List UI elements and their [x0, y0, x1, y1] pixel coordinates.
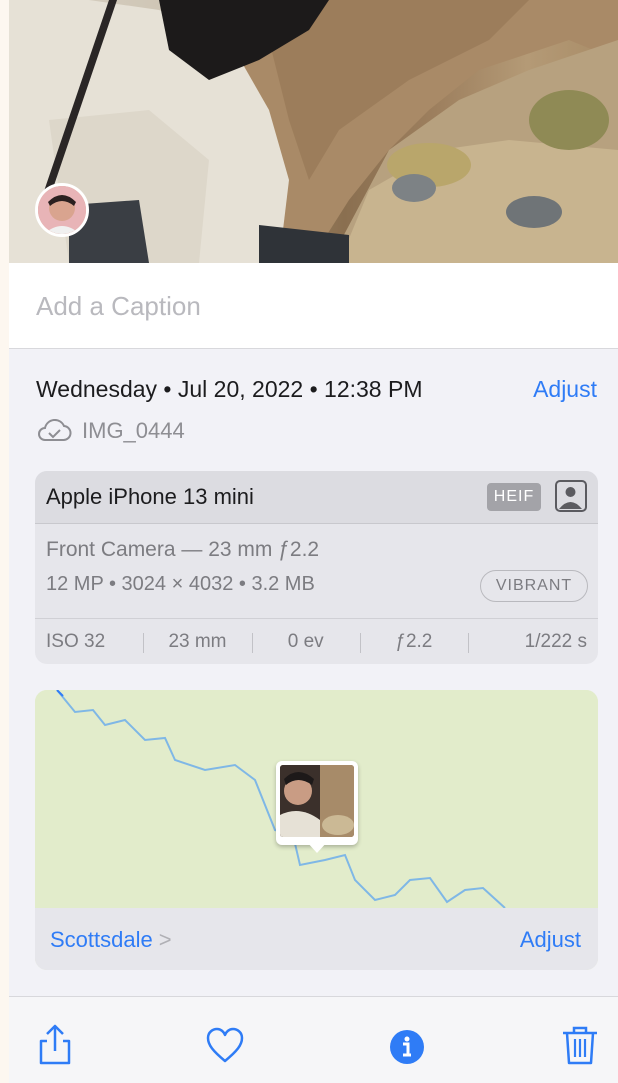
exif-exposure-value: 0 ev — [251, 631, 360, 653]
map-photo-thumbnail — [280, 765, 354, 837]
person-face-image — [38, 186, 86, 234]
delete-button[interactable] — [560, 1023, 600, 1067]
map-photo-pin[interactable] — [276, 761, 358, 853]
file-name: IMG_0444 — [82, 418, 185, 443]
info-button[interactable] — [387, 1023, 427, 1067]
share-button[interactable] — [35, 1023, 75, 1067]
exif-aperture: ƒ2.2 — [359, 631, 468, 653]
camera-header: Apple iPhone 13 mini HEIF — [35, 471, 598, 524]
location-name-link[interactable]: Scottsdale > — [50, 927, 172, 953]
caption-field[interactable]: Add a Caption — [9, 263, 618, 349]
adjust-date-button[interactable]: Adjust — [533, 376, 597, 403]
exif-iso: ISO 32 — [46, 630, 106, 652]
info-icon — [390, 1030, 424, 1064]
exif-row: ISO 32 23 mm 0 ev ƒ2.2 1/222 s — [35, 618, 598, 664]
photo-info-screen: Add a Caption Wednesday • Jul 20, 2022 •… — [9, 0, 618, 1083]
photo-date: Wednesday • Jul 20, 2022 • 12:38 PM — [36, 376, 423, 402]
lens-info: Front Camera — 23 mm ƒ2.2 — [46, 538, 320, 561]
person-avatar[interactable] — [35, 183, 89, 237]
caption-placeholder: Add a Caption — [36, 291, 201, 321]
image-specs: 12 MP • 3024 × 4032 • 3.2 MB — [46, 573, 315, 595]
exif-focal-length: 23 mm — [143, 631, 251, 653]
location-map[interactable] — [35, 690, 598, 909]
photographic-style-badge: VIBRANT — [480, 570, 588, 602]
photo-image — [9, 0, 618, 263]
photo-preview[interactable] — [9, 0, 618, 263]
exif-shutter-speed: 1/222 s — [467, 631, 598, 653]
location-card: Scottsdale > Adjust — [35, 690, 598, 970]
adjust-location-button[interactable]: Adjust — [520, 927, 581, 953]
camera-info-card: Apple iPhone 13 mini HEIF Front Camera —… — [35, 471, 598, 664]
heart-icon — [206, 1027, 244, 1063]
favorite-button[interactable] — [205, 1023, 245, 1067]
file-row: IMG_0444 — [36, 418, 185, 444]
map-pin-pointer — [306, 841, 328, 853]
icloud-check-icon — [38, 419, 72, 441]
camera-model: Apple iPhone 13 mini — [46, 484, 254, 509]
portrait-mode-icon — [555, 480, 587, 512]
format-badge: HEIF — [487, 483, 541, 511]
share-icon — [39, 1024, 71, 1065]
trash-icon — [563, 1026, 597, 1065]
location-footer: Scottsdale > Adjust — [35, 908, 598, 970]
chevron-right-icon: > — [158, 927, 172, 952]
location-name: Scottsdale — [50, 927, 153, 952]
bottom-toolbar — [9, 996, 618, 1083]
